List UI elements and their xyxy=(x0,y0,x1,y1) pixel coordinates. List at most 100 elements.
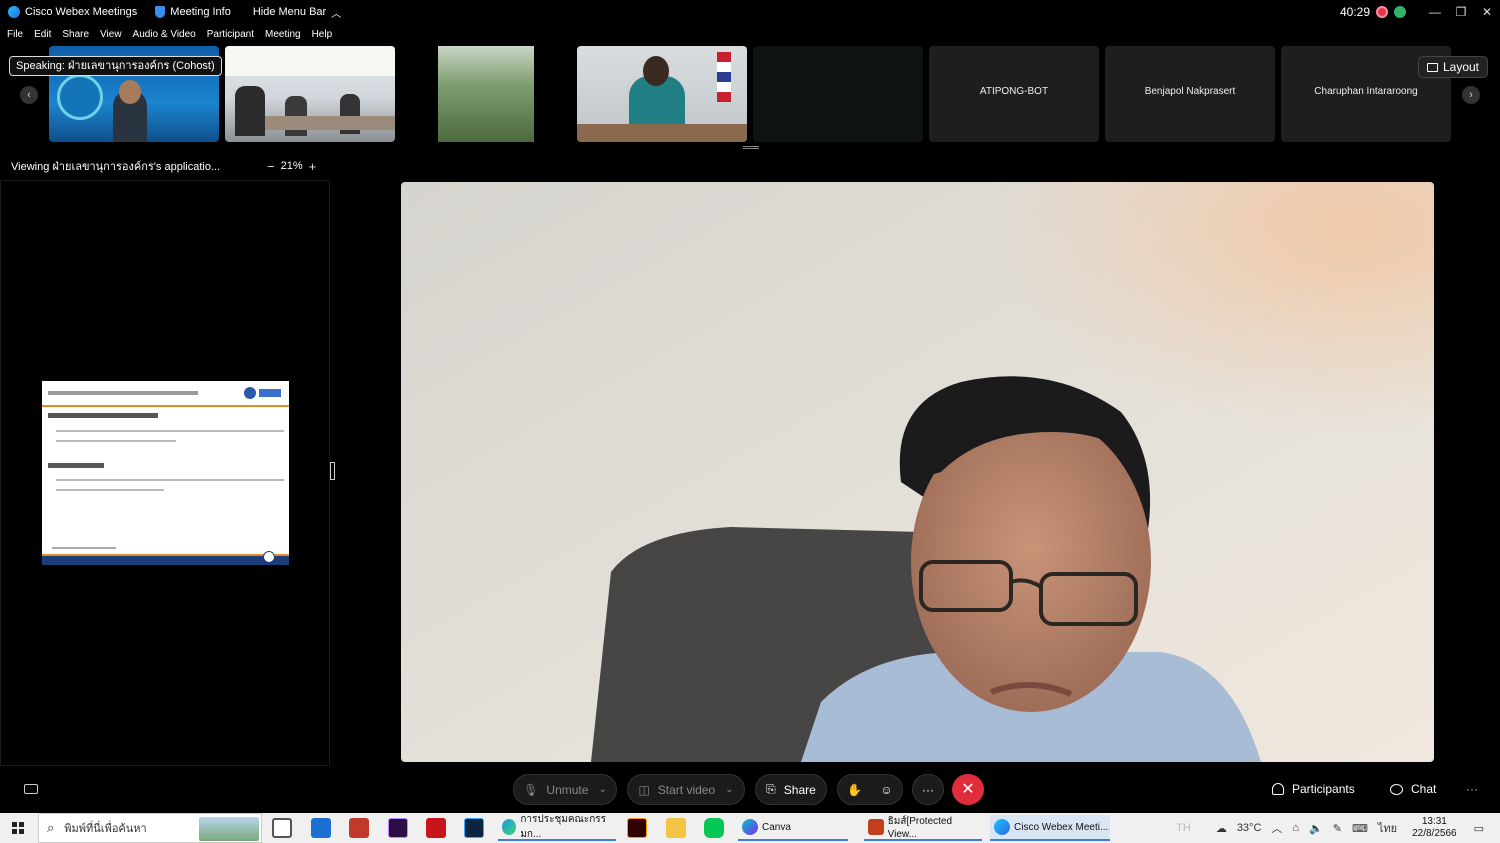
task-view-icon[interactable] xyxy=(272,818,292,838)
language-indicator[interactable]: TH xyxy=(1176,822,1191,834)
temperature[interactable]: 33°C xyxy=(1237,822,1262,834)
taskbar-window-edge[interactable]: การประชุมคณะกรรมก... xyxy=(498,814,616,841)
shared-slide xyxy=(42,381,289,565)
raise-hand-icon[interactable]: ✋ xyxy=(847,783,862,797)
participants-button[interactable]: Participants xyxy=(1272,782,1355,796)
shared-content-panel[interactable] xyxy=(0,180,330,766)
line-app-icon[interactable] xyxy=(704,818,724,838)
search-placeholder: พิมพ์ที่นี่เพื่อค้นหา xyxy=(64,823,147,835)
powerpoint-icon xyxy=(868,819,884,835)
menu-help[interactable]: Help xyxy=(312,29,333,40)
canva-icon xyxy=(742,819,758,835)
slide-header xyxy=(42,381,289,407)
video-tile-atipong[interactable]: ATIPONG-BOT xyxy=(929,46,1099,142)
close-button[interactable]: ✕ xyxy=(1474,5,1500,19)
share-label: Share xyxy=(783,782,816,797)
clock-time: 13:31 xyxy=(1421,816,1447,827)
room-table xyxy=(265,116,395,130)
menu-view[interactable]: View xyxy=(100,29,122,40)
slide-heading-1 xyxy=(48,413,158,418)
pen-icon[interactable]: ✎ xyxy=(1333,822,1342,835)
video-tile-benjapol[interactable]: Benjapol Nakprasert xyxy=(1105,46,1275,142)
rar-app-icon[interactable] xyxy=(349,818,369,838)
photoshop-app-icon[interactable] xyxy=(464,818,484,838)
room-person-1 xyxy=(235,86,265,136)
restore-button[interactable]: ❐ xyxy=(1448,5,1474,19)
thai-flag xyxy=(717,52,731,102)
windows-taskbar: ⌕ พิมพ์ที่นี่เพื่อค้นหา การประชุมคณะกรรม… xyxy=(0,813,1500,843)
active-speaker-video[interactable] xyxy=(401,182,1434,762)
unmute-button[interactable]: 🎙 Unmute ⌄ xyxy=(513,774,617,805)
slide-heading-2 xyxy=(48,463,104,468)
input-language[interactable]: ไทย xyxy=(1378,819,1397,837)
network-icon[interactable]: ⌂ xyxy=(1292,822,1299,834)
zoom-in-button[interactable]: + xyxy=(309,159,317,174)
filmstrip-next-button[interactable]: › xyxy=(1462,86,1480,104)
window-title: Canva xyxy=(762,821,791,833)
slide-text-line xyxy=(56,440,176,442)
slide-footer xyxy=(42,556,289,565)
taskbar-window-powerpoint[interactable]: ธิมส์[Protected View... xyxy=(864,815,982,841)
window-title: Cisco Webex Meeti... xyxy=(1014,821,1109,833)
panel-splitter[interactable] xyxy=(330,462,335,480)
acrobat-app-icon[interactable] xyxy=(426,818,446,838)
start-video-label: Start video xyxy=(657,782,716,797)
video-tile-dark[interactable] xyxy=(753,46,923,142)
chevron-up-icon: ︿ xyxy=(331,8,342,20)
zoom-level: 21% xyxy=(280,160,303,172)
filmstrip-resize-handle[interactable] xyxy=(743,146,759,149)
edge-icon xyxy=(502,819,517,835)
filmstrip-prev-button[interactable]: ‹ xyxy=(20,86,38,104)
panel-overflow-button[interactable]: ··· xyxy=(1466,782,1478,796)
weather-icon[interactable]: ☁ xyxy=(1216,822,1227,835)
notifications-icon[interactable]: ▭ xyxy=(1474,822,1484,835)
zoom-out-button[interactable]: − xyxy=(267,159,275,174)
file-explorer-icon[interactable] xyxy=(666,818,686,838)
menu-participant[interactable]: Participant xyxy=(207,29,254,40)
menu-file[interactable]: File xyxy=(7,29,23,40)
taskbar-search-box[interactable]: ⌕ พิมพ์ที่นี่เพื่อค้นหา xyxy=(38,813,262,843)
hide-menu-bar-button[interactable]: Hide Menu Bar ︿ xyxy=(253,5,341,20)
emoji-reaction-icon[interactable]: ☺ xyxy=(880,783,892,797)
video-tile-woman[interactable] xyxy=(577,46,747,142)
video-tile-meeting-room[interactable] xyxy=(225,46,395,142)
minimize-button[interactable]: — xyxy=(1422,5,1448,19)
taskbar-window-canva[interactable]: Canva xyxy=(738,815,848,841)
windows-start-icon[interactable] xyxy=(12,822,24,834)
chevron-down-icon[interactable]: ⌄ xyxy=(598,784,606,795)
start-video-button[interactable]: ◫ Start video ⌄ xyxy=(627,774,745,805)
layout-label: Layout xyxy=(1442,60,1479,74)
share-button[interactable]: ⎘ Share xyxy=(755,774,827,805)
show-hidden-icons-icon[interactable]: ︿ xyxy=(1271,820,1282,836)
clock-date: 22/8/2566 xyxy=(1412,828,1457,839)
speaker-video-frame xyxy=(401,182,1434,762)
more-options-button[interactable]: ··· xyxy=(912,774,944,805)
keyboard-icon[interactable]: ⌨ xyxy=(1352,822,1368,835)
captions-icon[interactable] xyxy=(24,784,38,794)
slide-title-text xyxy=(48,391,198,395)
menu-audio-video[interactable]: Audio & Video xyxy=(133,29,196,40)
taskbar-window-webex[interactable]: Cisco Webex Meeti... xyxy=(990,815,1110,841)
participant-name: Charuphan Intararoong xyxy=(1314,86,1418,97)
menu-share[interactable]: Share xyxy=(62,29,89,40)
share-screen-icon: ⎘ xyxy=(766,782,776,796)
recording-icon[interactable] xyxy=(1376,6,1388,18)
meeting-controls: 🎙 Unmute ⌄ ◫ Start video ⌄ ⎘ Share ✋ ☺ ·… xyxy=(0,770,1500,810)
illustrator-app-icon[interactable] xyxy=(627,818,647,838)
org-logo xyxy=(57,74,103,120)
menu-edit[interactable]: Edit xyxy=(34,29,51,40)
end-meeting-button[interactable]: ✕ xyxy=(952,774,984,805)
volume-icon[interactable]: 🔈 xyxy=(1309,822,1323,835)
menu-meeting[interactable]: Meeting xyxy=(265,29,301,40)
network-status-icon[interactable] xyxy=(1394,6,1406,18)
meeting-info-button[interactable]: Meeting Info xyxy=(155,6,231,18)
window-title: ธิมส์[Protected View... xyxy=(887,816,953,840)
video-tile-forest[interactable] xyxy=(401,46,571,142)
premiere-app-icon[interactable] xyxy=(388,818,408,838)
taskbar-clock[interactable]: 13:31 22/8/2566 xyxy=(1412,816,1457,840)
mail-app-icon[interactable] xyxy=(311,818,331,838)
chevron-down-icon[interactable]: ⌄ xyxy=(725,784,733,795)
layout-button[interactable]: Layout xyxy=(1417,56,1488,78)
menu-bar: File Edit Share View Audio & Video Parti… xyxy=(0,24,1500,44)
chat-button[interactable]: Chat xyxy=(1390,782,1436,796)
